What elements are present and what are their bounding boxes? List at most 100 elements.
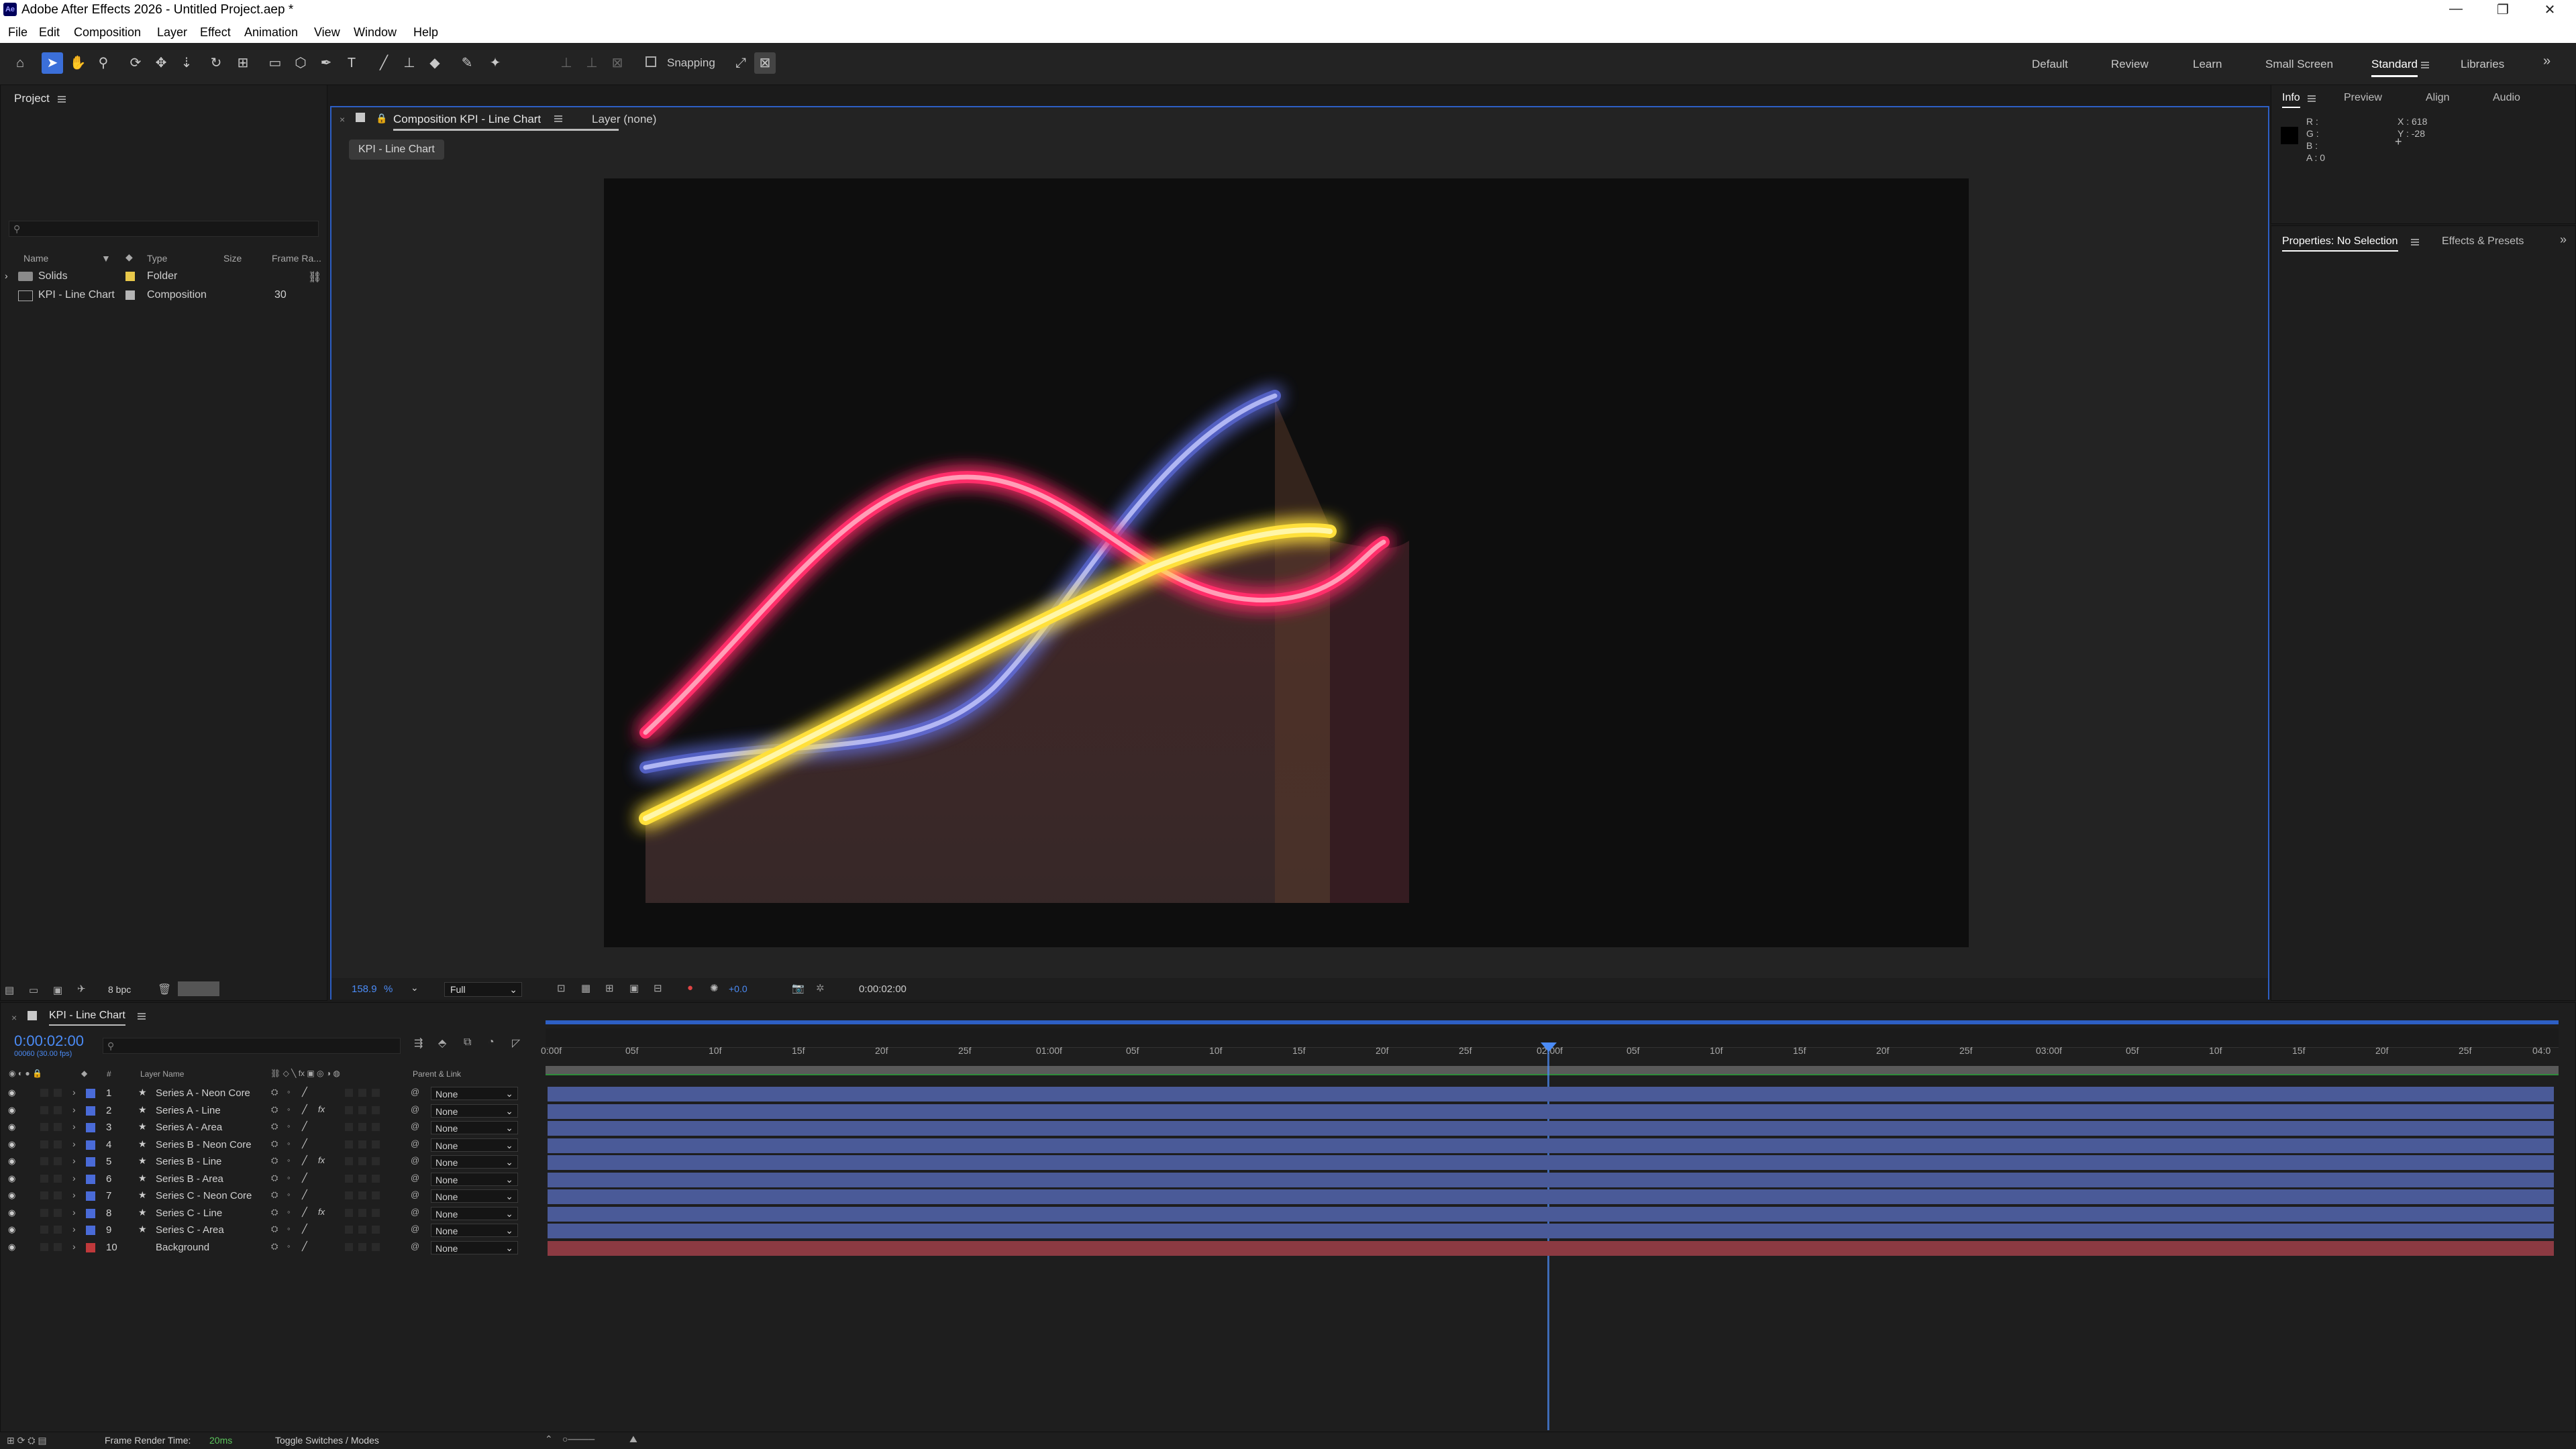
quality-icon[interactable]: ╱ <box>302 1138 307 1149</box>
parent-dropdown[interactable]: None ⌄ <box>431 1207 518 1220</box>
visibility-eye-icon[interactable]: ◉ <box>8 1190 15 1201</box>
switch-box[interactable] <box>358 1209 366 1217</box>
project-search-input[interactable]: ⚲ <box>9 221 319 237</box>
timeline-search-input[interactable]: ⚲ <box>103 1038 401 1054</box>
layer-tab[interactable]: Layer (none) <box>592 113 656 126</box>
tab-properties[interactable]: Properties: No Selection <box>2282 235 2398 252</box>
tab-info[interactable]: Info <box>2282 92 2300 108</box>
expand-chevron-icon[interactable]: › <box>5 270 8 281</box>
properties-menu-icon[interactable] <box>2411 241 2419 243</box>
quality-icon[interactable]: ╱ <box>302 1121 307 1132</box>
panel-menu-icon[interactable] <box>57 98 66 100</box>
pick-whip-icon[interactable]: @ <box>411 1121 419 1131</box>
column-size[interactable]: Size <box>223 253 242 264</box>
clone-stamp-icon[interactable]: ⊥ <box>399 52 420 74</box>
switch-box[interactable] <box>372 1123 380 1131</box>
snap-options-icon[interactable]: ⤢ <box>730 52 752 74</box>
close-icon[interactable]: ✕ <box>2535 1 2565 19</box>
switch-box[interactable] <box>372 1226 380 1234</box>
switch-box[interactable] <box>372 1140 380 1148</box>
new-composition-icon[interactable]: ▣ <box>53 984 62 996</box>
shy-icon[interactable]: ⛭ <box>271 1087 278 1097</box>
solo-toggle[interactable] <box>40 1123 48 1131</box>
solo-toggle[interactable] <box>40 1209 48 1217</box>
3d-shape-icon[interactable]: ⬡ <box>290 52 311 74</box>
solo-toggle[interactable] <box>40 1191 48 1199</box>
label-color[interactable] <box>86 1106 95 1116</box>
render-queue-icon[interactable]: ✈ <box>77 983 86 995</box>
close-tab-icon[interactable]: × <box>340 114 345 125</box>
zoom-tool-icon[interactable]: ⚲ <box>93 52 114 74</box>
label-color[interactable] <box>86 1123 95 1132</box>
minimize-icon[interactable]: — <box>2441 1 2471 19</box>
workspace-libraries[interactable]: Libraries <box>2461 58 2504 71</box>
puppet-pin-icon[interactable]: ✦ <box>484 52 506 74</box>
label-color[interactable] <box>125 290 135 300</box>
layer-duration-bar[interactable] <box>548 1087 2554 1102</box>
draft-3d-icon[interactable]: ⬘ <box>438 1036 446 1050</box>
switch-box[interactable] <box>358 1191 366 1199</box>
shy-icon[interactable]: ⛭ <box>271 1241 278 1252</box>
layer-name[interactable]: Background <box>156 1242 209 1253</box>
lock-toggle[interactable] <box>54 1191 62 1199</box>
switch-box[interactable] <box>345 1089 353 1097</box>
timeline-current-time[interactable]: 0:00:02:00 <box>14 1032 84 1050</box>
shy-icon[interactable]: ⛭ <box>271 1189 278 1200</box>
comp-breadcrumb[interactable]: KPI - Line Chart <box>349 140 444 160</box>
collapse-icon[interactable]: ◦ <box>287 1189 291 1199</box>
local-axis-icon[interactable]: ⊥ <box>556 52 577 74</box>
menu-composition[interactable]: Composition <box>74 25 141 40</box>
expand-chevron-icon[interactable]: › <box>72 1189 76 1200</box>
expand-chevron-icon[interactable]: › <box>72 1173 76 1183</box>
parent-dropdown[interactable]: None ⌄ <box>431 1087 518 1100</box>
frame-blending-icon[interactable]: ⧉ <box>464 1036 471 1049</box>
lock-toggle[interactable] <box>54 1209 62 1217</box>
layer-row[interactable]: ◉ › 9 ★ Series C - Area ⛭ ◦ ╱ @ None ⌄ <box>0 1222 544 1239</box>
workspace-default[interactable]: Default <box>2032 58 2068 71</box>
tab-effects-presets[interactable]: Effects & Presets <box>2442 235 2524 248</box>
collapse-icon[interactable]: ◦ <box>287 1173 291 1183</box>
eraser-tool-icon[interactable]: ◆ <box>424 52 446 74</box>
layer-name[interactable]: Series B - Line <box>156 1156 221 1167</box>
switch-box[interactable] <box>358 1243 366 1251</box>
layer-row[interactable]: ◉ › 2 ★ Series A - Line ⛭ ◦ ╱ fx @ None ⌄ <box>0 1103 544 1120</box>
expand-chevron-icon[interactable]: › <box>72 1207 76 1218</box>
mask-visibility-icon[interactable]: ⊞ <box>605 982 614 994</box>
motion-blur-icon[interactable]: ◔ <box>488 1036 495 1049</box>
comp-mini-flowchart-icon[interactable]: ⇶ <box>414 1036 423 1050</box>
switch-box[interactable] <box>345 1106 353 1114</box>
switch-box[interactable] <box>372 1089 380 1097</box>
layer-duration-bar[interactable] <box>548 1121 2554 1136</box>
panel-overflow-icon[interactable]: » <box>2560 233 2567 247</box>
restore-icon[interactable]: ❐ <box>2488 1 2518 19</box>
delete-icon[interactable]: 🗑 <box>158 983 171 996</box>
effects-fx-icon[interactable]: fx <box>318 1104 325 1114</box>
solo-toggle[interactable] <box>40 1243 48 1251</box>
3d-view-icon[interactable]: ⊟ <box>654 982 662 994</box>
layer-name[interactable]: Series A - Line <box>156 1105 221 1116</box>
menu-window[interactable]: Window <box>354 25 397 40</box>
timeline-comp-tab[interactable]: KPI - Line Chart <box>49 1010 125 1026</box>
layer-name[interactable]: Series C - Line <box>156 1208 222 1219</box>
switch-box[interactable] <box>345 1140 353 1148</box>
workspace-standard[interactable]: Standard <box>2371 58 2418 77</box>
layer-row[interactable]: ◉ › 8 ★ Series C - Line ⛭ ◦ ╱ fx @ None ⌄ <box>0 1205 544 1222</box>
sort-chevron-icon[interactable]: ▼ <box>101 253 111 264</box>
quality-icon[interactable]: ╱ <box>302 1241 307 1252</box>
solo-toggle[interactable] <box>40 1175 48 1183</box>
shy-icon[interactable]: ⛭ <box>271 1104 278 1115</box>
solo-toggle[interactable] <box>40 1226 48 1234</box>
layer-name[interactable]: Series A - Area <box>156 1122 222 1133</box>
label-color[interactable] <box>86 1191 95 1201</box>
quality-icon[interactable]: ╱ <box>302 1155 307 1166</box>
show-snapshot-icon[interactable]: ✲ <box>816 982 825 994</box>
bit-depth-button[interactable]: 8 bpc <box>108 984 131 995</box>
expand-chevron-icon[interactable]: › <box>72 1224 76 1234</box>
quality-icon[interactable]: ╱ <box>302 1087 307 1097</box>
menu-effect[interactable]: Effect <box>200 25 231 40</box>
label-color[interactable] <box>86 1175 95 1184</box>
effects-fx-icon[interactable]: fx <box>318 1207 325 1217</box>
switch-box[interactable] <box>372 1157 380 1165</box>
layer-duration-bar[interactable] <box>548 1173 2554 1187</box>
channel-icon[interactable]: ● <box>687 982 693 994</box>
